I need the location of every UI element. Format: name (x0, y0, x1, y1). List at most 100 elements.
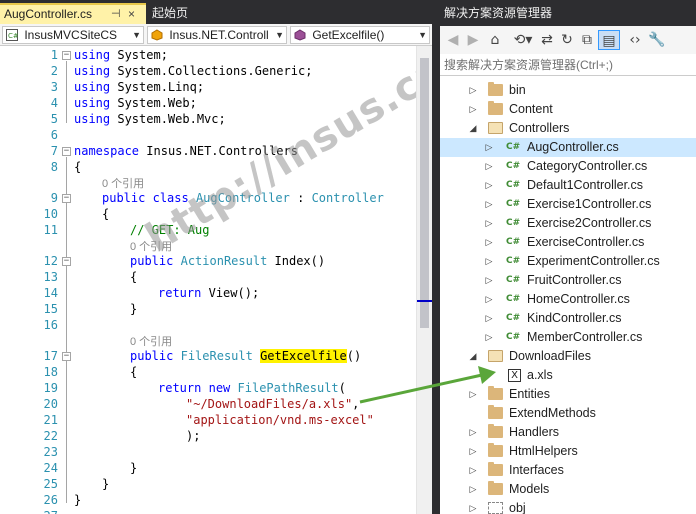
collapse-arrow-icon[interactable]: ◢ (468, 347, 478, 366)
line-number: 6 (50, 128, 58, 142)
chevron-down-icon: ▼ (275, 30, 284, 40)
expand-arrow-icon[interactable]: ▷ (484, 157, 494, 176)
expand-arrow-icon[interactable]: ▷ (468, 423, 478, 442)
tree-item-membercontroller[interactable]: ▷ C# MemberController.cs (440, 328, 696, 347)
tab-label: AugController.cs (4, 7, 93, 21)
code-view-icon[interactable]: ‹› (626, 30, 644, 50)
tab-augcontroller[interactable]: AugController.cs ⊣ × (0, 3, 146, 24)
history-icon[interactable]: ⟲▾ (510, 30, 536, 50)
forward-icon[interactable]: ▶ (464, 30, 482, 50)
line-number: 22 (43, 429, 58, 443)
reference-hint[interactable]: 0 个引用 (130, 333, 172, 349)
csharp-file-icon: C# (506, 180, 521, 190)
solution-explorer: 解决方案资源管理器 ◀ ▶ ⌂ ⟲▾ ⇄ ↻ ⧉ ▤ ‹› 🔧 搜索解决方案资源… (440, 0, 696, 514)
expand-arrow-icon[interactable]: ▷ (484, 233, 494, 252)
tree-item-exercisecontroller[interactable]: ▷ C# ExerciseController.cs (440, 233, 696, 252)
vertical-scrollbar[interactable] (416, 46, 433, 514)
close-icon[interactable]: × (128, 5, 135, 24)
show-all-files-icon[interactable]: ▤ (598, 30, 620, 50)
expand-arrow-icon[interactable]: ▷ (484, 271, 494, 290)
member-dropdown[interactable]: GetExcelfile() ▼ (290, 26, 430, 44)
pin-icon[interactable]: ⊣ (111, 5, 121, 24)
line-number: 20 (43, 397, 58, 411)
expand-arrow-icon[interactable]: ▷ (468, 461, 478, 480)
expand-arrow-icon[interactable]: ▷ (484, 138, 494, 157)
home-icon[interactable]: ⌂ (486, 30, 504, 50)
code-area[interactable]: 1 2 3 4 5 6 7 8 9 10 11 12 13 14 15 16 1… (0, 46, 432, 514)
class-dropdown[interactable]: Insus.NET.Controll ▼ (147, 26, 287, 44)
tree-item-models[interactable]: ▷ Models (440, 480, 696, 499)
class-name: Insus.NET.Controll (169, 28, 269, 42)
tree-item-controllers[interactable]: ◢ Controllers (440, 119, 696, 138)
tab-start-page[interactable]: 起始页 (148, 3, 236, 24)
tree-item-extendmethods[interactable]: ExtendMethods (440, 404, 696, 423)
tree-item-fruitcontroller[interactable]: ▷ C# FruitController.cs (440, 271, 696, 290)
open-folder-icon (488, 122, 503, 134)
line-number: 19 (43, 381, 58, 395)
sync-icon[interactable]: ⇄ (538, 30, 556, 50)
collapse-icon[interactable]: − (62, 194, 71, 203)
line-number: 1 (50, 48, 58, 62)
collapse-icon[interactable]: − (62, 352, 71, 361)
expand-arrow-icon[interactable]: ▷ (468, 81, 478, 100)
solution-explorer-toolbar: ◀ ▶ ⌂ ⟲▾ ⇄ ↻ ⧉ ▤ ‹› 🔧 (440, 26, 696, 54)
line-number: 7 (50, 144, 58, 158)
expand-arrow-icon[interactable]: ▷ (484, 309, 494, 328)
tree-item-entities[interactable]: ▷ Entities (440, 385, 696, 404)
expand-arrow-icon[interactable]: ▷ (484, 328, 494, 347)
csharp-file-icon: C# (506, 199, 521, 209)
tree-item-handlers[interactable]: ▷ Handlers (440, 423, 696, 442)
line-number: 17 (43, 349, 58, 363)
expand-arrow-icon[interactable]: ▷ (484, 290, 494, 309)
expand-arrow-icon[interactable]: ▷ (468, 442, 478, 461)
tree-item-a-xls[interactable]: X a.xls (440, 366, 696, 385)
collapse-arrow-icon[interactable]: ◢ (468, 119, 478, 138)
line-number: 18 (43, 365, 58, 379)
expand-arrow-icon[interactable]: ▷ (468, 100, 478, 119)
reference-hint[interactable]: 0 个引用 (102, 175, 144, 191)
tree-item-experimentcontroller[interactable]: ▷ C# ExperimentController.cs (440, 252, 696, 271)
highlighted-method-name: GetExcelfile (260, 349, 347, 363)
line-number: 5 (50, 112, 58, 126)
code-line: } (74, 493, 82, 507)
tree-item-content[interactable]: ▷ Content (440, 100, 696, 119)
tree-item-categorycontroller[interactable]: ▷ C# CategoryController.cs (440, 157, 696, 176)
csharp-file-icon: C# (506, 256, 521, 266)
solution-tree[interactable]: ▷ bin ▷ Content ◢ Controllers ▷ C# AugCo… (440, 76, 696, 514)
tree-item-htmlhelpers[interactable]: ▷ HtmlHelpers (440, 442, 696, 461)
tree-item-interfaces[interactable]: ▷ Interfaces (440, 461, 696, 480)
back-icon[interactable]: ◀ (444, 30, 462, 50)
code-editor[interactable]: AugController.cs ⊣ × 起始页 C# InsusMVCSite… (0, 0, 433, 514)
tree-item-obj[interactable]: ▷ obj (440, 499, 696, 514)
tree-item-downloadfiles[interactable]: ◢ DownloadFiles (440, 347, 696, 366)
expand-arrow-icon[interactable]: ▷ (468, 480, 478, 499)
expand-arrow-icon[interactable]: ▷ (468, 385, 478, 404)
tree-item-exercise2controller[interactable]: ▷ C# Exercise2Controller.cs (440, 214, 696, 233)
expand-arrow-icon[interactable]: ▷ (484, 176, 494, 195)
csharp-project-icon: C# (6, 29, 18, 41)
tree-item-bin[interactable]: ▷ bin (440, 81, 696, 100)
expand-arrow-icon[interactable]: ▷ (468, 499, 478, 514)
collapse-icon[interactable]: − (62, 51, 71, 60)
expand-arrow-icon[interactable]: ▷ (484, 252, 494, 271)
open-folder-icon (488, 350, 503, 362)
expand-arrow-icon[interactable]: ▷ (484, 195, 494, 214)
solution-explorer-search-input[interactable]: 搜索解决方案资源管理器(Ctrl+;) (440, 54, 696, 76)
expand-arrow-icon[interactable]: ▷ (484, 214, 494, 233)
tree-item-homecontroller[interactable]: ▷ C# HomeController.cs (440, 290, 696, 309)
project-dropdown[interactable]: C# InsusMVCSiteCS ▼ (2, 26, 144, 44)
code-line: { (102, 207, 110, 221)
tree-item-augcontroller[interactable]: ▷ C# AugController.cs (440, 138, 696, 157)
collapse-icon[interactable]: − (62, 257, 71, 266)
hidden-folder-icon (488, 502, 503, 514)
collapse-icon[interactable]: − (62, 147, 71, 156)
line-number: 15 (43, 302, 58, 316)
refresh-icon[interactable]: ↻ (558, 30, 576, 50)
panel-splitter[interactable] (432, 0, 440, 514)
tree-item-kindcontroller[interactable]: ▷ C# KindController.cs (440, 309, 696, 328)
scrollbar-thumb[interactable] (420, 58, 429, 328)
tree-item-default1controller[interactable]: ▷ C# Default1Controller.cs (440, 176, 696, 195)
tree-item-exercise1controller[interactable]: ▷ C# Exercise1Controller.cs (440, 195, 696, 214)
wrench-icon[interactable]: 🔧 (648, 30, 666, 50)
collapse-all-icon[interactable]: ⧉ (578, 30, 596, 50)
